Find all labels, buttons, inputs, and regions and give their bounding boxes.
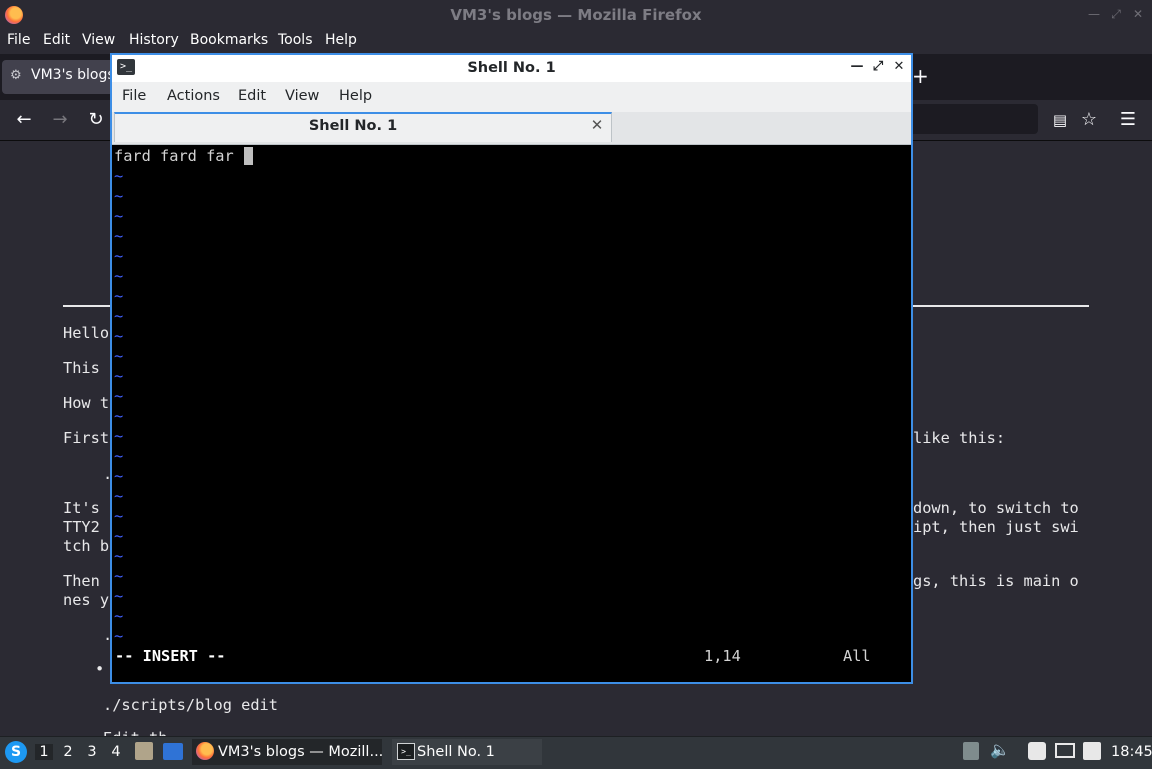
vim-empty-line-marker: ~ <box>114 167 124 185</box>
task-shell-label: Shell No. 1 <box>417 744 495 760</box>
page-text: tch b <box>63 537 110 555</box>
vim-empty-line-marker: ~ <box>114 267 124 285</box>
close-icon[interactable]: ✕ <box>890 58 908 76</box>
tab-label: VM3's blogs <box>31 67 115 83</box>
terminal-icon: >_ <box>397 743 415 760</box>
vim-scroll-range: All <box>843 647 871 665</box>
vim-empty-line-marker: ~ <box>114 207 124 225</box>
workspace-4[interactable]: 4 <box>107 744 125 760</box>
shell-menu-edit[interactable]: Edit <box>238 88 266 104</box>
vim-empty-line-marker: ~ <box>114 487 124 505</box>
page-text: Then <box>63 572 100 590</box>
workspace-1[interactable]: 1 <box>35 744 53 760</box>
vim-empty-line-marker: ~ <box>114 347 124 365</box>
vim-empty-line-marker: ~ <box>114 247 124 265</box>
new-tab-button[interactable]: + <box>912 64 929 88</box>
menu-view[interactable]: View <box>82 32 115 48</box>
menu-tools[interactable]: Tools <box>278 32 313 48</box>
file-manager-icon[interactable] <box>135 742 153 760</box>
vim-empty-line-marker: ~ <box>114 227 124 245</box>
bookmark-star-icon[interactable]: ☆ <box>1075 106 1103 134</box>
page-text: like this: <box>913 429 1006 447</box>
volume-icon[interactable]: 🔈 <box>990 740 1010 759</box>
vim-empty-line-marker: ~ <box>114 447 124 465</box>
menu-edit[interactable]: Edit <box>43 32 70 48</box>
vim-empty-line-marker: ~ <box>114 607 124 625</box>
device-icon[interactable] <box>1083 742 1101 760</box>
page-text: First <box>63 429 110 447</box>
bullet: • <box>95 660 105 678</box>
menu-file[interactable]: File <box>7 32 30 48</box>
vim-cursor-position: 1,14 <box>704 647 741 665</box>
shell-menubar <box>112 82 911 112</box>
menu-help[interactable]: Help <box>325 32 357 48</box>
shell-menu-view[interactable]: View <box>285 88 319 104</box>
vim-empty-line-marker: ~ <box>114 527 124 545</box>
minimize-icon[interactable]: — <box>848 58 866 76</box>
maximize-icon[interactable]: ⤢ <box>1108 6 1124 22</box>
page-text: It's <box>63 499 100 517</box>
clock[interactable]: 18:45 <box>1111 744 1152 760</box>
site-icon: ⚙ <box>10 68 22 83</box>
text-cursor <box>244 147 253 165</box>
tab-close-icon[interactable]: ✕ <box>589 117 605 133</box>
workspace-2[interactable]: 2 <box>59 744 77 760</box>
firefox-window-title: VM3's blogs — Mozilla Firefox <box>450 6 702 24</box>
vim-empty-line-marker: ~ <box>114 547 124 565</box>
vim-empty-line-marker: ~ <box>114 307 124 325</box>
forward-icon[interactable]: → <box>46 106 74 134</box>
page-text: nes y <box>63 591 110 609</box>
show-desktop-icon[interactable] <box>163 743 183 760</box>
vim-empty-line-marker: ~ <box>114 467 124 485</box>
app-menu-icon[interactable]: ☰ <box>1114 106 1142 134</box>
page-text: ipt, then just swi <box>913 518 1079 536</box>
minimize-icon[interactable]: — <box>1086 6 1102 22</box>
page-text: Hello <box>63 324 110 342</box>
workspace-3[interactable]: 3 <box>83 744 101 760</box>
vim-empty-line-marker: ~ <box>114 407 124 425</box>
menu-history[interactable]: History <box>129 32 179 48</box>
vim-empty-line-marker: ~ <box>114 287 124 305</box>
task-firefox-label: VM3's blogs — Mozill... <box>218 744 384 760</box>
page-text: This <box>63 359 100 377</box>
vim-empty-line-marker: ~ <box>114 627 124 645</box>
shell-menu-actions[interactable]: Actions <box>167 88 220 104</box>
vim-empty-line-marker: ~ <box>114 567 124 585</box>
page-text: ./scripts/blog edit <box>103 696 278 714</box>
network-icon[interactable] <box>1055 743 1075 758</box>
reload-icon[interactable]: ↻ <box>82 106 110 134</box>
shell-tab-label: Shell No. 1 <box>308 118 398 134</box>
notification-icon[interactable] <box>963 742 979 760</box>
vim-empty-line-marker: ~ <box>114 327 124 345</box>
shell-menu-help[interactable]: Help <box>339 88 372 104</box>
start-menu-icon[interactable]: S <box>5 741 27 763</box>
shell-window-title: Shell No. 1 <box>467 60 556 76</box>
page-text: gs, this is main o <box>913 572 1079 590</box>
page-text: TTY2 <box>63 518 100 536</box>
vim-mode-indicator: -- INSERT -- <box>115 647 226 665</box>
vim-empty-line-marker: ~ <box>114 507 124 525</box>
terminal-area[interactable] <box>112 145 911 682</box>
firefox-icon <box>196 742 214 760</box>
shell-menu-file[interactable]: File <box>122 88 146 104</box>
close-icon[interactable]: ✕ <box>1130 6 1146 22</box>
back-icon[interactable]: ← <box>10 106 38 134</box>
vim-empty-line-marker: ~ <box>114 587 124 605</box>
reader-view-icon[interactable]: ▤ <box>1046 106 1074 134</box>
clipboard-icon[interactable] <box>1028 742 1046 760</box>
menu-bookmarks[interactable]: Bookmarks <box>190 32 268 48</box>
page-text: down, to switch to <box>913 499 1079 517</box>
page-text: How t <box>63 394 110 412</box>
vim-empty-line-marker: ~ <box>114 187 124 205</box>
vim-empty-line-marker: ~ <box>114 387 124 405</box>
vim-buffer-line: fard fard far <box>114 147 234 165</box>
maximize-icon[interactable]: ⤢ <box>869 58 887 76</box>
vim-empty-line-marker: ~ <box>114 367 124 385</box>
vim-empty-line-marker: ~ <box>114 427 124 445</box>
